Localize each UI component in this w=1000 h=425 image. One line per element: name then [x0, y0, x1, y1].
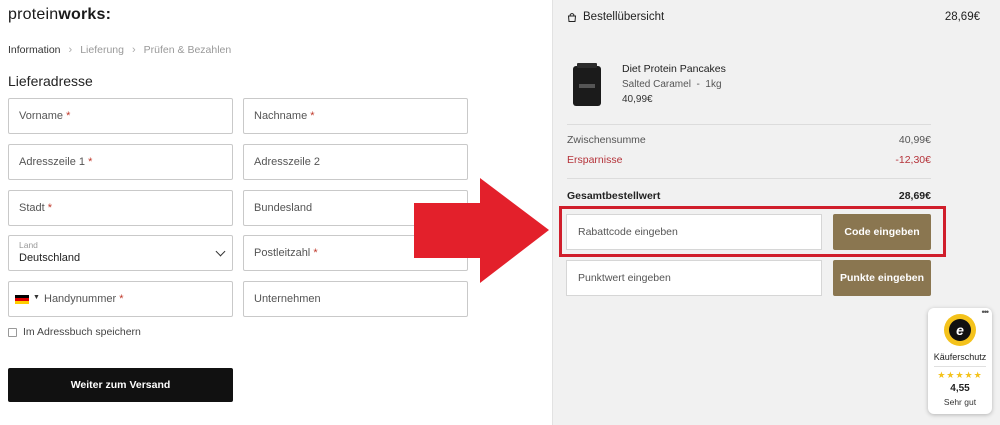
order-summary-title: Bestellübersicht [583, 11, 665, 23]
save-address-checkbox[interactable] [8, 327, 17, 337]
required-marker: * [310, 110, 315, 122]
trusted-shops-seal-letter: e [949, 319, 971, 341]
order-summary-total: 28,69€ [944, 11, 980, 23]
country-select[interactable]: Land Deutschland [8, 235, 233, 271]
more-options-icon[interactable]: ••• [982, 307, 990, 317]
zip-placeholder: Postleitzahl * [254, 247, 318, 259]
logo-bold: works [58, 6, 106, 23]
save-address-row[interactable]: Im Adressbuch speichern [8, 326, 141, 338]
address1-field[interactable]: Adresszeile 1 * [8, 144, 233, 180]
first-name-field[interactable]: Vorname * [8, 98, 233, 134]
apply-points-button[interactable]: Punkte eingeben [833, 260, 931, 296]
subtotal-value: 40,99€ [898, 134, 931, 146]
breadcrumb-pruefen-bezahlen[interactable]: Prüfen & Bezahlen [144, 44, 232, 56]
required-marker: * [313, 247, 318, 259]
required-marker: * [88, 156, 93, 168]
first-name-placeholder: Vorname * [19, 110, 71, 122]
points-input[interactable]: Punktwert eingeben [566, 260, 822, 296]
discount-code-placeholder: Rabattcode eingeben [578, 226, 678, 238]
city-field[interactable]: Stadt * [8, 190, 233, 226]
breadcrumb: Information › Lieferung › Prüfen & Bezah… [8, 44, 231, 56]
total-value: 28,69€ [898, 190, 931, 202]
total-row: Gesamtbestellwert 28,69€ [567, 190, 931, 202]
savings-label: Ersparnisse [567, 154, 623, 166]
rating-text: Sehr gut [943, 397, 977, 407]
shopping-bag-icon [567, 12, 577, 22]
address2-field[interactable]: Adresszeile 2 [243, 144, 468, 180]
savings-row: Ersparnisse -12,30€ [567, 154, 931, 166]
required-marker: * [119, 293, 124, 305]
breadcrumb-information[interactable]: Information [8, 44, 61, 56]
continue-to-shipping-button[interactable]: Weiter zum Versand [8, 368, 233, 402]
section-title: Lieferadresse [8, 73, 93, 89]
required-marker: * [66, 110, 71, 122]
last-name-field[interactable]: Nachname * [243, 98, 468, 134]
divider [567, 178, 931, 179]
brand-logo[interactable]: proteinworks: [8, 6, 111, 24]
trusted-shops-badge[interactable]: ••• e Käuferschutz ★★★★★ 4,55 Sehr gut [928, 307, 992, 414]
product-variant: Salted Caramel - 1kg [622, 79, 722, 90]
phone-placeholder: Handynummer * [44, 293, 124, 305]
product-image [573, 63, 601, 106]
country-label: Land [19, 240, 38, 250]
breadcrumb-separator-icon: › [68, 44, 73, 56]
total-label: Gesamtbestellwert [567, 190, 661, 202]
rating-score: 4,55 [950, 383, 970, 394]
germany-flag-icon[interactable] [15, 295, 29, 304]
last-name-placeholder: Nachname * [254, 110, 315, 122]
red-arrow-icon [414, 178, 549, 283]
product-info: Diet Protein Pancakes Salted Caramel - 1… [622, 62, 726, 107]
logo-colon: : [105, 6, 112, 23]
breadcrumb-separator-icon: › [132, 44, 136, 56]
points-placeholder: Punktwert eingeben [578, 272, 671, 284]
product-name: Diet Protein Pancakes [622, 63, 726, 75]
product-price: 40,99€ [622, 94, 653, 105]
save-address-label: Im Adressbuch speichern [23, 326, 141, 338]
breadcrumb-lieferung[interactable]: Lieferung [80, 44, 124, 56]
buyer-protection-label: Käuferschutz [933, 352, 987, 362]
country-code-caret-icon[interactable]: ▼ [33, 294, 40, 301]
logo-light: protein [8, 6, 59, 23]
address1-placeholder: Adresszeile 1 * [19, 156, 93, 168]
discount-code-input[interactable]: Rabattcode eingeben [566, 214, 822, 250]
star-rating-icon: ★★★★★ [937, 370, 983, 380]
subtotal-label: Zwischensumme [567, 134, 646, 146]
address2-placeholder: Adresszeile 2 [254, 156, 321, 168]
apply-code-button[interactable]: Code eingeben [833, 214, 931, 250]
phone-field[interactable]: ▼ Handynummer * [8, 281, 233, 317]
state-placeholder: Bundesland [254, 202, 313, 214]
savings-value: -12,30€ [895, 154, 931, 166]
country-value: Deutschland [19, 252, 81, 264]
divider [567, 124, 931, 125]
company-field[interactable]: Unternehmen [243, 281, 468, 317]
divider [934, 366, 986, 367]
chevron-down-icon [215, 246, 226, 257]
order-summary-header[interactable]: Bestellübersicht 28,69€ [567, 8, 980, 26]
required-marker: * [47, 202, 53, 214]
company-placeholder: Unternehmen [254, 293, 321, 305]
subtotal-row: Zwischensumme 40,99€ [567, 134, 931, 146]
trusted-shops-seal-icon: e [944, 314, 976, 346]
city-placeholder: Stadt * [19, 202, 53, 214]
